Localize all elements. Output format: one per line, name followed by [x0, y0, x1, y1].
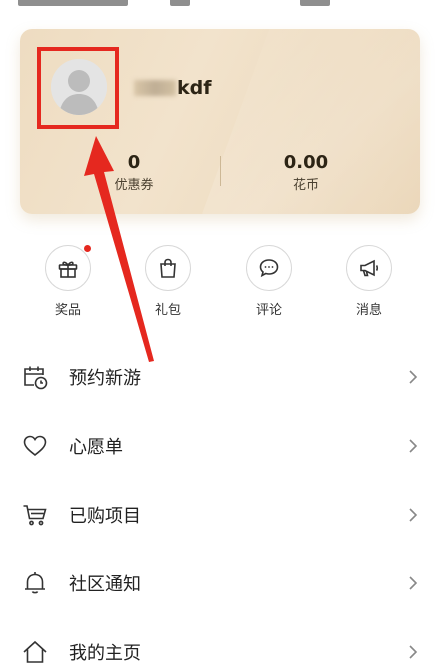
coupons-label: 优惠券 — [114, 178, 154, 193]
quick-action-label: 奖品 — [54, 303, 81, 318]
menu-item-community-notice[interactable]: 社区通知 — [0, 563, 443, 603]
chevron-right-icon — [409, 645, 418, 659]
coins-label: 花币 — [292, 178, 319, 193]
menu-item-label: 社区通知 — [69, 574, 141, 595]
username: kdf — [134, 76, 212, 100]
bell-icon — [20, 568, 50, 598]
menu-item-my-homepage[interactable]: 我的主页 — [0, 632, 443, 672]
megaphone-icon — [346, 245, 392, 291]
quick-action-label: 礼包 — [154, 303, 181, 318]
chevron-right-icon — [409, 439, 418, 453]
coupons-stat[interactable]: 0 优惠券 — [74, 152, 194, 194]
quick-action-comments[interactable]: 评论 — [234, 245, 304, 319]
status-bar — [0, 0, 443, 8]
coupons-value: 0 — [127, 152, 141, 173]
menu-item-wishlist[interactable]: 心愿单 — [0, 426, 443, 466]
quick-action-gift-pack[interactable]: 礼包 — [133, 245, 203, 319]
menu-item-purchased[interactable]: 已购项目 — [0, 495, 443, 535]
username-text: kdf — [177, 77, 212, 99]
comment-icon — [246, 245, 292, 291]
chevron-right-icon — [409, 508, 418, 522]
coins-value: 0.00 — [283, 152, 329, 173]
menu-item-label: 心愿单 — [69, 437, 123, 458]
menu-item-label: 预约新游 — [69, 368, 141, 389]
stat-divider — [220, 156, 221, 186]
chevron-right-icon — [409, 370, 418, 384]
gift-icon — [45, 245, 91, 291]
quick-action-label: 评论 — [255, 303, 282, 318]
home-icon — [20, 637, 50, 667]
cart-icon — [20, 500, 50, 530]
quick-action-messages[interactable]: 消息 — [334, 245, 404, 319]
username-redacted — [134, 80, 176, 96]
bag-icon — [145, 245, 191, 291]
quick-action-prizes[interactable]: 奖品 — [33, 245, 103, 319]
coins-stat[interactable]: 0.00 花币 — [246, 152, 366, 194]
heart-icon — [20, 431, 50, 461]
calendar-clock-icon — [20, 362, 50, 392]
menu-item-label: 已购项目 — [69, 506, 141, 527]
avatar-highlight-box — [37, 47, 119, 129]
chevron-right-icon — [409, 576, 418, 590]
notification-dot — [84, 245, 91, 252]
quick-action-label: 消息 — [355, 303, 382, 318]
menu-item-preorder[interactable]: 预约新游 — [0, 357, 443, 397]
menu-item-label: 我的主页 — [69, 643, 141, 664]
